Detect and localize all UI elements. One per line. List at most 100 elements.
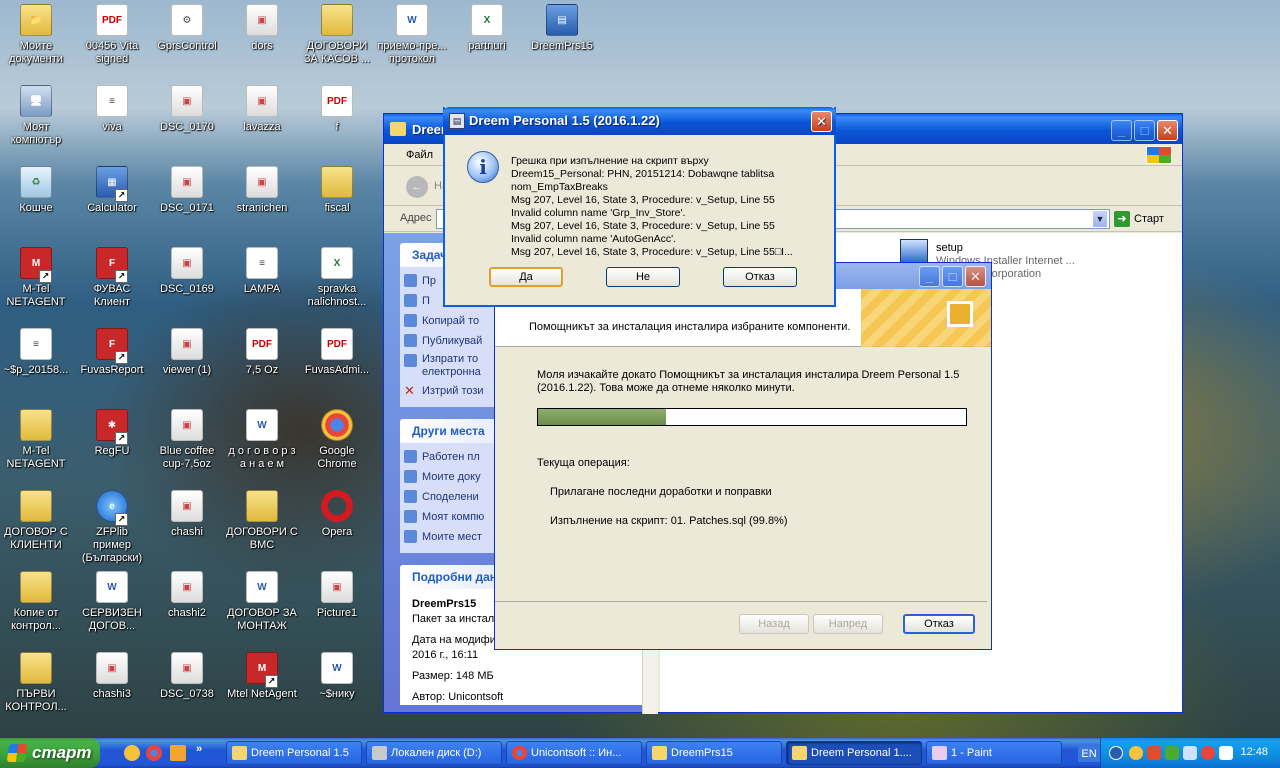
desktop-icon[interactable]: ▣ viewer (1) <box>151 328 223 377</box>
desktop-icon-label: f <box>335 121 339 133</box>
desktop-icon[interactable]: MMtel NetAgent <box>226 652 298 701</box>
desktop-icon[interactable]: 📁 Моите документи <box>0 4 72 66</box>
back-button[interactable]: ← <box>406 176 428 198</box>
desktop-icon-label: Моите документи <box>9 40 63 65</box>
desktop-icon[interactable]: PDF FuvasAdmi... <box>301 328 373 377</box>
taskbar-button[interactable]: DreemPrs15 <box>646 741 782 765</box>
tray-tool-icon[interactable] <box>1165 746 1179 760</box>
desktop-icon[interactable]: ✱RegFU <box>76 409 148 458</box>
desktop-icon[interactable]: ≡ viva <box>76 85 148 134</box>
tray-app-icon[interactable] <box>1147 746 1161 760</box>
excel-icon: X <box>321 247 353 279</box>
desktop-icon[interactable]: ▣ DSC_0169 <box>151 247 223 296</box>
installer-close-button[interactable]: ✕ <box>965 266 986 287</box>
desktop-icon[interactable]: W ~$нику <box>301 652 373 701</box>
task-item[interactable]: Изпрати то електронна <box>400 351 490 381</box>
desktop-icon[interactable]: ДОГОВОРИ ЗА КАСОВ ... <box>301 4 373 66</box>
avast-icon[interactable] <box>124 745 140 761</box>
close-button[interactable]: ✕ <box>1157 120 1178 141</box>
desktop-icon[interactable]: Xspravka nalichnost... <box>301 247 373 309</box>
pdf-icon: PDF <box>96 4 128 36</box>
desktop-icon[interactable]: ДОГОВОР С КЛИЕНТИ <box>0 490 72 552</box>
desktop-icon[interactable]: ▣ chashi <box>151 490 223 539</box>
desktop-icon[interactable]: ≡ LAMPA <box>226 247 298 296</box>
desktop-icon[interactable]: 🖥 Моят компютър <box>0 85 72 147</box>
desktop-icon[interactable]: PDF 7,5 Oz <box>226 328 298 377</box>
avast-tray-icon[interactable] <box>1129 746 1143 760</box>
dialog-cancel-button[interactable]: Отказ <box>723 267 797 287</box>
desktop-icon[interactable]: FФУВАС Клиент <box>76 247 148 309</box>
dialog-close-button[interactable]: ✕ <box>811 111 832 132</box>
file-name-setup[interactable]: setup <box>936 242 963 254</box>
desktop-icon[interactable]: ▣ chashi2 <box>151 571 223 620</box>
error-dialog[interactable]: ▤ Dreem Personal 1.5 (2016.1.22) ✕ i Гре… <box>443 107 836 307</box>
tray-alert-icon[interactable] <box>1201 746 1215 760</box>
taskbar-button[interactable]: Unicontsoft :: Ин... <box>506 741 642 765</box>
desktop-icon[interactable]: ▣ Picture1 <box>301 571 373 620</box>
word-icon: W <box>246 409 278 441</box>
desktop-icon[interactable]: MM-Tel NETAGENT <box>0 247 72 309</box>
installer-minimize-button[interactable]: _ <box>919 266 940 287</box>
desktop-icon[interactable]: ▣ stranichen <box>226 166 298 215</box>
desktop-icon[interactable]: Google Chrome <box>301 409 373 471</box>
desktop-icon[interactable]: ДОГОВОРИ С ВМС <box>226 490 298 552</box>
taskbar-button[interactable]: Локален диск (D:) <box>366 741 502 765</box>
volume-icon[interactable] <box>1219 746 1233 760</box>
desktop-icon[interactable]: ⚙ GprsControl <box>151 4 223 53</box>
desktop-icon[interactable]: ▣ lavazza <box>226 85 298 134</box>
desktop-icon[interactable]: Wд о г о в о р з а н а е м <box>226 409 298 471</box>
desktop-icon[interactable]: M-Tel NETAGENT <box>0 409 72 471</box>
tray-back-icon[interactable] <box>1109 746 1123 760</box>
desktop-icon[interactable]: ▣ DSC_0170 <box>151 85 223 134</box>
desktop-icon[interactable]: Xpartnuri <box>451 4 523 53</box>
start-button[interactable]: старт <box>0 738 100 768</box>
task-pane-scrollbar[interactable] <box>642 639 658 714</box>
back-button[interactable]: Назад <box>739 614 809 634</box>
desktop-icon[interactable]: ▣ DSC_0171 <box>151 166 223 215</box>
chrome-icon[interactable] <box>146 745 162 761</box>
system-tray: 12:48 <box>1100 738 1280 768</box>
desktop-icon[interactable]: FFuvasReport <box>76 328 148 377</box>
desktop-icon-label: Копие от контрол... <box>11 607 61 632</box>
desktop-icon[interactable]: ▣ chashi3 <box>76 652 148 701</box>
maximize-button[interactable]: □ <box>1134 120 1155 141</box>
go-button[interactable]: ➜ Старт <box>1114 210 1174 228</box>
desktop-icon[interactable]: Wприемо-пре... протокол <box>376 4 448 66</box>
next-button[interactable]: Напред <box>813 614 883 634</box>
desktop-icon[interactable]: ▣ dors <box>226 4 298 53</box>
desktop-icon[interactable]: W СЕРВИЗЕН ДОГОВ... <box>76 571 148 633</box>
address-dropdown-icon[interactable]: ▼ <box>1092 210 1108 228</box>
installer-maximize-button[interactable]: □ <box>942 266 963 287</box>
desktop-icon[interactable]: PDF 00456 Vita signed <box>76 4 148 66</box>
dialog-title-bar[interactable]: ▤ Dreem Personal 1.5 (2016.1.22) ✕ <box>443 107 836 135</box>
taskbar-button[interactable]: Dreem Personal 1.5 <box>226 741 362 765</box>
desktop-icon[interactable]: ▣ Blue coffee cup-7,5oz <box>151 409 223 471</box>
yes-button[interactable]: Да <box>489 267 563 287</box>
desktop-icon[interactable]: W ДОГОВОР ЗА МОНТАЖ <box>226 571 298 633</box>
desktop-icon[interactable]: eZFPlib пример (Български) <box>76 490 148 565</box>
desktop-icon[interactable]: ▣ DSC_0738 <box>151 652 223 701</box>
desktop-icon[interactable]: fiscal <box>301 166 373 215</box>
desktop-icon[interactable]: ▤ DreemPrs15 <box>526 4 598 53</box>
network-icon[interactable] <box>1183 746 1197 760</box>
quicklaunch-app-icon[interactable] <box>170 745 186 761</box>
installer-window[interactable]: _ □ ✕ Помощникът за инсталация инсталира… <box>494 262 992 650</box>
desktop-icon[interactable]: Opera <box>301 490 373 539</box>
chevron-right-icon[interactable]: » <box>196 743 202 755</box>
desktop-icon[interactable]: ♻ Кошче <box>0 166 72 215</box>
installer-cancel-button[interactable]: Отказ <box>903 614 975 634</box>
minimize-button[interactable]: _ <box>1111 120 1132 141</box>
img-icon: ▣ <box>171 652 203 684</box>
menu-file[interactable]: Файл <box>406 149 433 161</box>
desktop-icon[interactable]: PDF f <box>301 85 373 134</box>
no-button[interactable]: Не <box>606 267 680 287</box>
desktop-icon[interactable]: ≡ ~$p_20158... <box>0 328 72 377</box>
desktop-icon[interactable]: ПЪРВИ КОНТРОЛ... <box>0 652 72 714</box>
desktop-icon[interactable]: ▦Calculator <box>76 166 148 215</box>
taskbar-button[interactable]: 1 - Paint <box>926 741 1062 765</box>
taskbar: старт » Dreem Personal 1.5 Локален диск (… <box>0 738 1280 768</box>
taskbar-button[interactable]: Dreem Personal 1.... <box>786 741 922 765</box>
desktop-icon-label: DSC_0171 <box>160 202 214 214</box>
desktop-icon[interactable]: Копие от контрол... <box>0 571 72 633</box>
language-indicator[interactable]: EN <box>1078 746 1100 762</box>
